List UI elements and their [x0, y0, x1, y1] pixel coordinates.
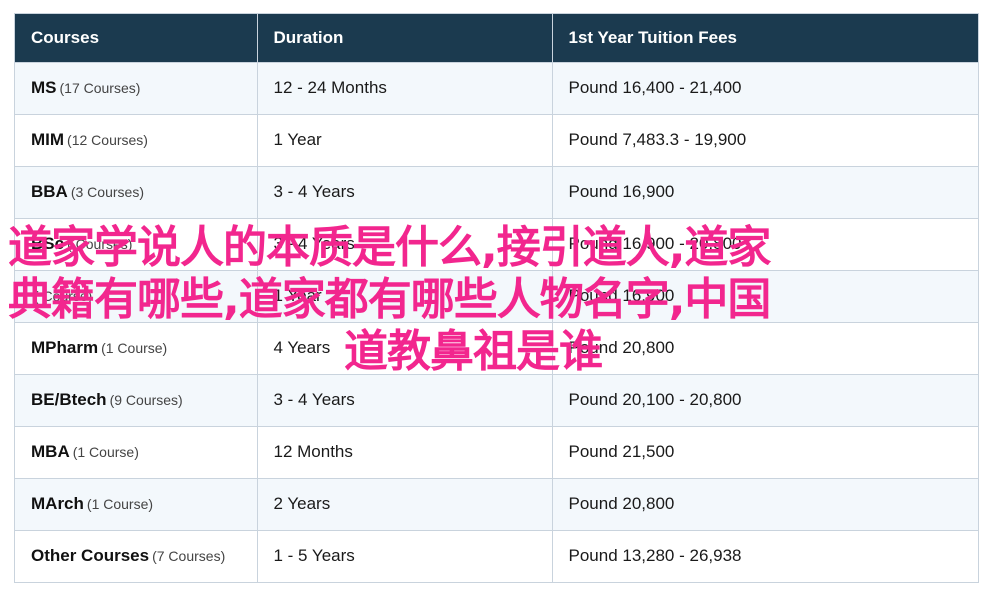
course-count: ( Courses): [67, 236, 133, 252]
table-body: MS (17 Courses) 12 - 24 Months Pound 16,400…: [15, 61, 978, 582]
course-count: (7 Courses): [152, 548, 226, 565]
table-row: ( Course) 1 Year Pound 16,900: [15, 269, 978, 322]
header-courses: Courses: [15, 14, 258, 62]
fees-cell: Pound 20,800: [552, 477, 978, 530]
course-count: (17 Courses): [59, 80, 141, 96]
course-cell: MPharm (1 Course): [15, 321, 258, 374]
duration-cell: 12 - 24 Months: [257, 61, 553, 114]
course-name-link[interactable]: MIM: [31, 130, 64, 149]
course-cell: BSc( Courses): [15, 217, 258, 270]
table-row: Other Courses (7 Courses) 1 - 5 Years Pound…: [15, 529, 978, 582]
fees-cell: Pound 16,400 - 21,400: [552, 61, 978, 114]
fees-cell: Pound 16,900: [552, 269, 978, 322]
course-cell: MIM (12 Courses): [15, 113, 258, 166]
fees-table-container: Courses Duration 1st Year Tuition Fees M…: [14, 13, 979, 583]
course-count: (1 Course): [86, 496, 154, 512]
duration-cell: 1 Year: [257, 269, 553, 322]
course-cell: MS (17 Courses): [15, 61, 258, 114]
course-count: (9 Courses): [109, 392, 183, 408]
table-row: MBA (1 Course) 12 Months Pound 21,500: [15, 425, 978, 478]
course-name-link[interactable]: MPharm: [31, 338, 98, 357]
course-count: (1 Course): [72, 444, 139, 460]
table-row: BBA (3 Courses) 3 - 4 Years Pound 16,900: [15, 165, 978, 218]
course-count: ( Course): [34, 288, 93, 304]
course-cell: BE/Btech (9 Courses): [15, 373, 258, 426]
course-name-link[interactable]: MBA: [31, 442, 70, 461]
fees-cell: Pound 16,900 - 20,800: [552, 217, 978, 270]
course-cell: BBA (3 Courses): [15, 165, 258, 218]
duration-cell: 3 - 4 Years: [257, 373, 553, 426]
table-row: BSc( Courses) 3 - 4 Years Pound 16,900 - 2…: [15, 217, 978, 270]
course-cell: ( Course): [15, 269, 258, 322]
course-name-link[interactable]: BSc: [31, 234, 64, 253]
header-tuition-fees: 1st Year Tuition Fees: [552, 14, 978, 62]
table-row: MIM (12 Courses) 1 Year Pound 7,483.3 - 19,…: [15, 113, 978, 166]
course-name-link[interactable]: BE/Btech: [31, 390, 107, 409]
duration-cell: 12 Months: [257, 425, 553, 478]
duration-cell: 4 Years: [257, 321, 553, 374]
header-duration: Duration: [257, 14, 553, 62]
course-name-link[interactable]: BBA: [31, 182, 68, 201]
course-name-link[interactable]: MArch: [31, 494, 84, 513]
fees-cell: Pound 7,483.3 - 19,900: [552, 113, 978, 166]
fees-cell: Pound 20,100 - 20,800: [552, 373, 978, 426]
course-count: (12 Courses): [67, 132, 148, 148]
table-header-row: Courses Duration 1st Year Tuition Fees: [15, 14, 978, 62]
fees-cell: Pound 21,500: [552, 425, 978, 478]
course-count: (3 Courses): [70, 184, 144, 200]
duration-cell: 1 Year: [257, 113, 553, 166]
fees-cell: Pound 20,800: [552, 321, 978, 374]
table-row: MS (17 Courses) 12 - 24 Months Pound 16,400…: [15, 61, 978, 114]
duration-cell: 1 - 5 Years: [257, 529, 553, 582]
duration-cell: 3 - 4 Years: [257, 217, 553, 270]
course-name-link[interactable]: MS: [31, 78, 57, 97]
duration-cell: 3 - 4 Years: [257, 165, 553, 218]
table-row: MArch (1 Course) 2 Years Pound 20,800: [15, 477, 978, 530]
course-cell: MBA (1 Course): [15, 425, 258, 478]
table-row: MPharm (1 Course) 4 Years Pound 20,800: [15, 321, 978, 374]
table-row: BE/Btech (9 Courses) 3 - 4 Years Pound 20,1…: [15, 373, 978, 426]
course-cell: Other Courses (7 Courses): [15, 529, 258, 582]
course-count: (1 Course): [101, 340, 168, 356]
fees-table: Courses Duration 1st Year Tuition Fees M…: [15, 14, 978, 582]
fees-cell: Pound 13,280 - 26,938: [552, 529, 978, 582]
course-name-link[interactable]: Other Courses: [31, 546, 149, 565]
duration-cell: 2 Years: [257, 477, 553, 530]
fees-cell: Pound 16,900: [552, 165, 978, 218]
course-cell: MArch (1 Course): [15, 477, 258, 530]
